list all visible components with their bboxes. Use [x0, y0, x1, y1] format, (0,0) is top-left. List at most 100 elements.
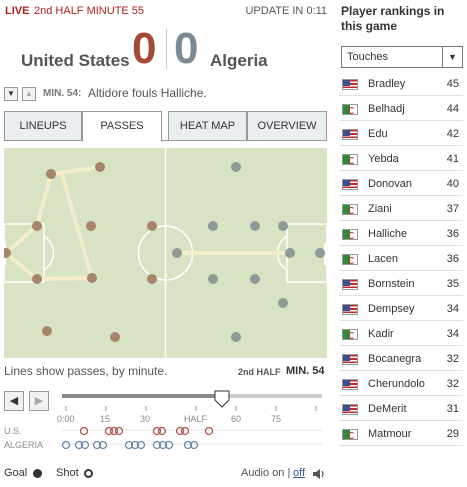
us-shot-marker [79, 426, 89, 436]
player-touches: 35 [446, 278, 459, 290]
us-flag-icon [342, 354, 358, 365]
us-flag-icon [342, 304, 358, 315]
period-label: 2nd HALF MINUTE 55 [34, 5, 145, 17]
live-label: LIVE [5, 5, 30, 17]
pass-line-1 [4, 165, 101, 255]
algeria-player-dot [278, 298, 288, 308]
legend-bar: Goal Shot Audio on | off [4, 467, 327, 483]
scoreboard: United States 0 0 Algeria [4, 26, 327, 76]
legend-shot-label: Shot [56, 467, 79, 479]
ranking-row[interactable]: Matmour 29 [339, 421, 463, 446]
player-name: Lacen [368, 253, 398, 265]
us-player-dot [95, 162, 105, 172]
event-text: Altidore fouls Halliche. [88, 86, 207, 100]
pass-line-2 [4, 173, 95, 282]
player-name: Matmour [368, 428, 412, 440]
ranking-row[interactable]: Belhadj 44 [339, 96, 463, 121]
us-flag-icon [342, 279, 358, 290]
player-name: Dempsey [368, 303, 415, 315]
us-flag-icon [342, 379, 358, 390]
player-touches: 45 [446, 78, 459, 90]
algeria-flag-icon [342, 329, 358, 340]
ranking-row[interactable]: Bornstein 35 [339, 271, 463, 296]
ranking-row[interactable]: Dempsey 34 [339, 296, 463, 321]
us-player-dot [32, 221, 42, 231]
passes-pitch [4, 148, 327, 358]
event-ticker: ▼ ▲ MIN. 54: Altidore fouls Halliche. [4, 86, 327, 102]
us-flag-icon [342, 179, 358, 190]
tab-lineups[interactable]: LINEUPS [4, 111, 82, 141]
timeline-handle[interactable] [214, 390, 230, 408]
next-event-button[interactable]: ▼ [4, 87, 18, 101]
ranking-row[interactable]: Bocanegra 32 [339, 346, 463, 371]
us-player-dot [147, 274, 157, 284]
ranking-row[interactable]: Yebda 41 [339, 146, 463, 171]
home-team-name: United States [21, 51, 130, 70]
timeline-tick-label: 60 [231, 414, 242, 424]
player-touches: 34 [446, 328, 459, 340]
algeria-player-dot [250, 221, 260, 231]
player-name: Yebda [368, 153, 399, 165]
rankings-title: Player rankings in this game [341, 4, 445, 33]
timeline-away-label: ALGERIA [4, 440, 44, 450]
player-name: Cherundolo [368, 378, 425, 390]
ranking-row[interactable]: Donovan 40 [339, 171, 463, 196]
away-score: 0 [174, 24, 199, 73]
player-touches: 32 [446, 378, 459, 390]
player-name: Halliche [368, 228, 408, 240]
player-touches: 32 [446, 353, 459, 365]
audio-off-toggle[interactable]: off [293, 467, 305, 479]
us-player-dot [87, 273, 97, 283]
player-touches: 44 [446, 103, 459, 115]
left-penalty-arc [43, 235, 55, 271]
previous-event-button[interactable]: ▲ [22, 87, 36, 101]
timeline-tick-label: 30 [140, 414, 151, 424]
algeria-player-dot [208, 221, 218, 231]
algeria-player-dot [250, 274, 260, 284]
ranking-row[interactable]: Lacen 36 [339, 246, 463, 271]
goal-marker-icon [33, 469, 42, 478]
algeria-flag-icon [342, 204, 358, 215]
player-name: Belhadj [368, 103, 405, 115]
us-flag-icon [342, 79, 358, 90]
tab-heat-map[interactable]: HEAT MAP [168, 111, 247, 141]
ranking-row[interactable]: Cherundolo 32 [339, 371, 463, 396]
us-player-dot [46, 169, 56, 179]
pitch-minute-value: MIN. 54 [286, 365, 325, 377]
player-name: Donovan [368, 178, 413, 190]
tab-passes[interactable]: PASSES [82, 111, 162, 142]
rankings-metric-value: Touches [347, 51, 388, 63]
timeline-tick-label: HALF [184, 414, 208, 424]
audio-on-toggle[interactable]: Audio on | [241, 467, 290, 479]
rankings-list: Bradley 45 Belhadj 44 Edu 42 Yebda 41 Donovan 40 Z… [339, 71, 463, 446]
timeline-back-button[interactable]: ◀ [4, 391, 24, 411]
ranking-row[interactable]: DeMerit 31 [339, 396, 463, 421]
us-player-dot [147, 221, 157, 231]
audio-separator: | [287, 467, 291, 479]
us-player-dot [32, 274, 42, 284]
algeria-shot-marker [61, 440, 71, 450]
player-touches: 40 [446, 178, 459, 190]
ranking-row[interactable]: Ziani 37 [339, 196, 463, 221]
ranking-row[interactable]: Halliche 36 [339, 221, 463, 246]
ranking-row[interactable]: Kadir 34 [339, 321, 463, 346]
us-flag-icon [342, 129, 358, 140]
away-team-name: Algeria [210, 51, 268, 70]
player-name: Bornstein [368, 278, 415, 290]
player-name: Kadir [368, 328, 394, 340]
us-shot-marker [157, 426, 167, 436]
rankings-metric-select[interactable]: Touches ▼ [341, 46, 463, 68]
us-player-dot [110, 332, 120, 342]
speaker-icon[interactable] [312, 468, 326, 480]
ranking-row[interactable]: Bradley 45 [339, 71, 463, 96]
audio-on-label: Audio on [241, 467, 285, 479]
event-minute: MIN. 54: [43, 88, 82, 99]
shot-marker-icon [84, 469, 93, 478]
ranking-row[interactable]: Edu 42 [339, 121, 463, 146]
player-name: DeMerit [368, 403, 407, 415]
algeria-player-dot [172, 248, 182, 258]
timeline-forward-button[interactable]: ▶ [29, 391, 49, 411]
chevron-down-icon[interactable]: ▼ [442, 47, 462, 67]
tab-overview[interactable]: OVERVIEW [247, 111, 327, 141]
us-shot-marker [180, 426, 190, 436]
